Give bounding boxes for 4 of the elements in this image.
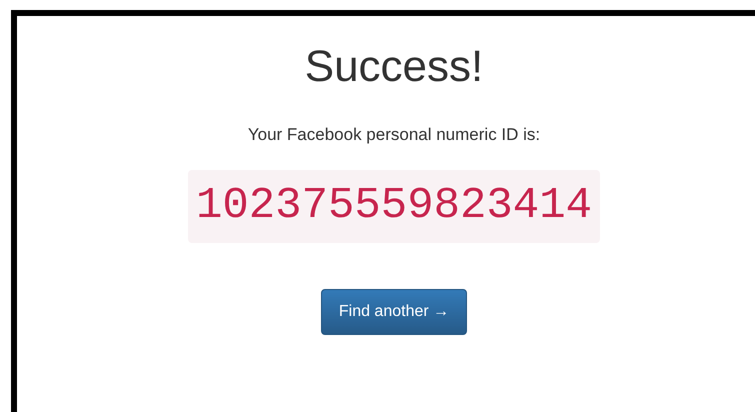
numeric-id: 102375559823414 xyxy=(188,170,600,243)
id-message: Your Facebook personal numeric ID is: xyxy=(248,124,540,146)
success-heading: Success! xyxy=(304,41,484,93)
find-another-button[interactable]: Find another → xyxy=(320,289,468,335)
